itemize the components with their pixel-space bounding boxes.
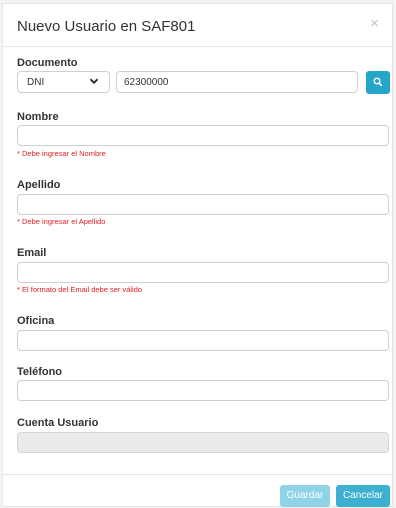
apellido-label: Apellido — [17, 179, 61, 191]
apellido-error: * Debe ingresar el Apellido — [17, 217, 106, 226]
search-icon — [373, 77, 383, 87]
nombre-input[interactable] — [17, 125, 389, 146]
modal-title: Nuevo Usuario en SAF801 — [17, 18, 196, 35]
document-type-value: DNI — [27, 77, 45, 88]
close-icon[interactable]: × — [370, 16, 379, 31]
email-error: * El formato del Email debe ser válido — [17, 285, 143, 294]
telefono-input[interactable] — [17, 380, 389, 401]
telefono-label: Teléfono — [17, 366, 63, 378]
apellido-input[interactable] — [17, 194, 389, 215]
oficina-label: Oficina — [17, 315, 55, 327]
search-button[interactable] — [366, 71, 390, 94]
document-type-select[interactable]: DNI — [17, 71, 110, 93]
nombre-label: Nombre — [17, 111, 59, 123]
cuenta-usuario-label: Cuenta Usuario — [17, 417, 99, 429]
modal-header: Nuevo Usuario en SAF801 × — [3, 4, 392, 47]
cuenta-usuario-input — [17, 432, 389, 453]
cancel-button[interactable]: Cancelar — [336, 485, 390, 507]
new-user-modal: Nuevo Usuario en SAF801 × Documento DNI … — [2, 3, 393, 507]
document-number-input[interactable] — [116, 71, 358, 93]
email-label: Email — [17, 247, 47, 259]
oficina-input[interactable] — [17, 330, 389, 351]
modal-footer: Guardar Cancelar — [3, 474, 392, 508]
save-button[interactable]: Guardar — [280, 485, 330, 507]
nombre-error: * Debe ingresar el Nombre — [17, 149, 106, 158]
email-input[interactable] — [17, 262, 389, 283]
chevron-down-icon — [89, 76, 99, 89]
documento-label: Documento — [17, 57, 78, 69]
